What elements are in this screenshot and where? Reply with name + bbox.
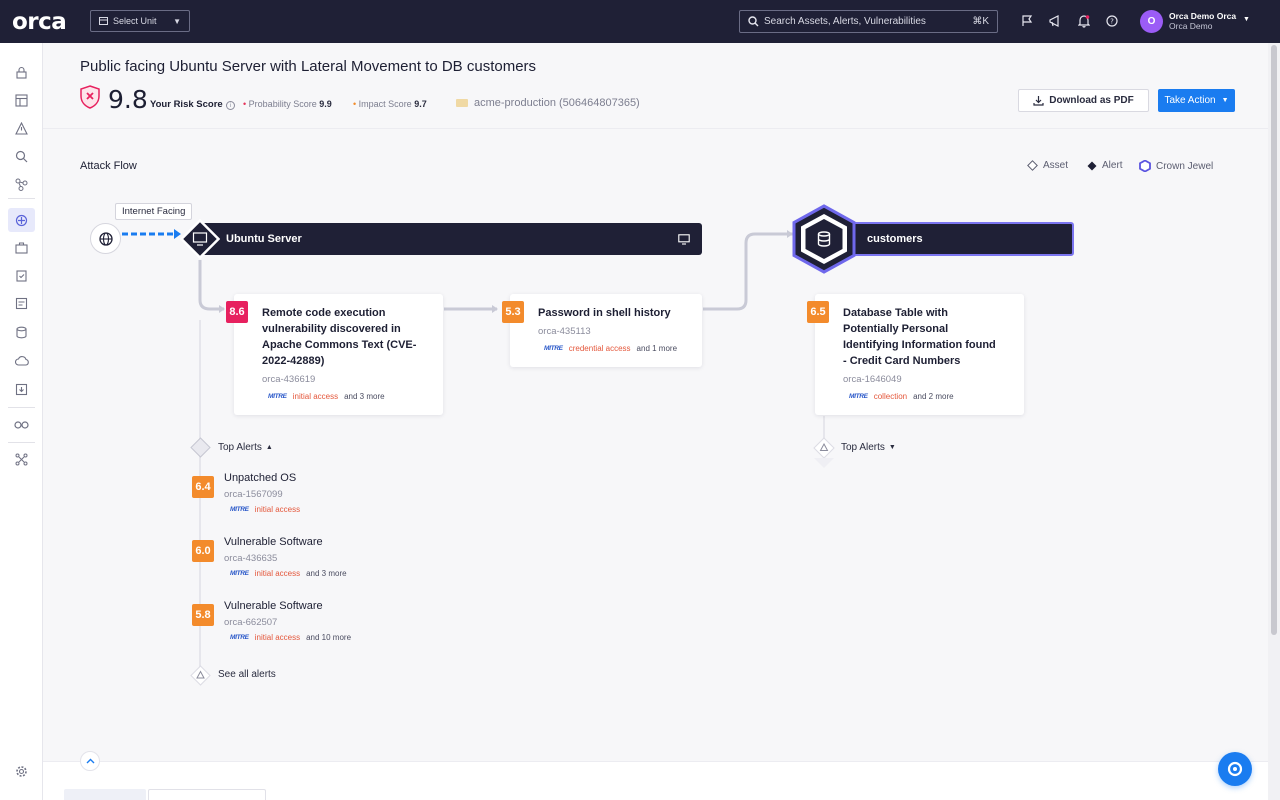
- card-tactics: MITRE credential access and 1 more: [544, 344, 677, 353]
- score-badge: 6.0: [192, 540, 214, 562]
- tactic-label: initial access: [292, 392, 339, 401]
- bottom-tab[interactable]: [64, 789, 146, 800]
- alert-card-database[interactable]: Database Table with Potentially Personal…: [815, 294, 1024, 415]
- card-title: Remote code execution vulnerability disc…: [262, 307, 417, 367]
- top-alert-title[interactable]: Vulnerable Software: [224, 600, 323, 612]
- bottom-tab[interactable]: [148, 789, 266, 800]
- score-badge: 5.3: [502, 301, 524, 323]
- more-tactics[interactable]: and 3 more: [344, 392, 384, 401]
- monitor-icon: [678, 233, 690, 245]
- tactic-label: credential access: [568, 344, 631, 353]
- tactic-label: initial access: [254, 633, 301, 642]
- top-alert-tactics: MITRE initial access and 3 more: [230, 569, 347, 578]
- mitre-logo: MITRE: [230, 634, 249, 641]
- collapse-panel-button[interactable]: [80, 751, 100, 771]
- score-badge: 8.6: [226, 301, 248, 323]
- card-tactics: MITRE collection and 2 more: [849, 392, 954, 401]
- top-alerts-diamond-icon: [813, 437, 835, 468]
- tactic-label: collection: [873, 392, 908, 401]
- top-alerts-label: Top Alerts: [218, 442, 262, 453]
- alert-card-rce[interactable]: Remote code execution vulnerability disc…: [234, 294, 443, 415]
- mitre-logo: MITRE: [230, 506, 249, 513]
- card-title: Database Table with Potentially Personal…: [843, 307, 996, 367]
- top-alert-title[interactable]: Unpatched OS: [224, 472, 296, 484]
- score-badge: 6.4: [192, 476, 214, 498]
- globe-icon: [98, 231, 113, 246]
- mitre-logo: MITRE: [849, 393, 868, 400]
- card-id: orca-436619: [262, 374, 316, 385]
- more-tactics[interactable]: and 10 more: [306, 633, 351, 642]
- card-id: orca-435113: [538, 326, 591, 337]
- mitre-logo: MITRE: [268, 393, 287, 400]
- tactic-label: initial access: [254, 505, 301, 514]
- chevron-up-icon: [86, 758, 94, 764]
- top-alerts-label: Top Alerts: [841, 442, 885, 453]
- score-badge: 6.5: [807, 301, 829, 323]
- top-alert-id: orca-662507: [224, 617, 278, 628]
- top-alert-id: orca-1567099: [224, 489, 283, 500]
- score-badge: 5.8: [192, 604, 214, 626]
- alert-card-password[interactable]: Password in shell history orca-435113 MI…: [510, 294, 702, 367]
- see-all-alerts-link[interactable]: See all alerts: [218, 669, 276, 680]
- card-id: orca-1646049: [843, 374, 902, 385]
- asset-customers-label: customers: [867, 233, 923, 245]
- internet-node[interactable]: [90, 223, 121, 254]
- card-title: Password in shell history: [538, 307, 671, 319]
- more-tactics[interactable]: and 2 more: [913, 392, 953, 401]
- asset-ubuntu-server[interactable]: Ubuntu Server: [200, 223, 702, 255]
- mitre-logo: MITRE: [230, 570, 249, 577]
- asset-ubuntu-label: Ubuntu Server: [226, 233, 302, 245]
- card-tactics: MITRE initial access and 3 more: [268, 392, 385, 401]
- top-alerts-toggle[interactable]: Top Alerts ▼: [841, 442, 896, 453]
- internet-facing-tooltip: Internet Facing: [115, 203, 193, 220]
- customers-crown-jewel-node[interactable]: [791, 204, 857, 274]
- top-alerts-toggle[interactable]: Top Alerts ▲: [218, 442, 273, 453]
- see-all-alerts-icon: [190, 665, 211, 686]
- page-scrollbar[interactable]: [1268, 43, 1280, 800]
- more-tactics[interactable]: and 3 more: [306, 569, 346, 578]
- ubuntu-diamond-node[interactable]: [180, 219, 220, 259]
- chevron-down-icon: ▼: [888, 444, 896, 451]
- asset-customers[interactable]: customers: [820, 222, 1074, 256]
- chat-icon: [1227, 761, 1243, 777]
- top-alert-tactics: MITRE initial access and 10 more: [230, 633, 351, 642]
- tactic-label: initial access: [254, 569, 301, 578]
- top-alert-tactics: MITRE initial access: [230, 505, 300, 514]
- chat-button[interactable]: [1218, 752, 1252, 786]
- chevron-up-icon: ▲: [265, 444, 273, 451]
- top-alerts-diamond-icon: [190, 437, 211, 458]
- mitre-logo: MITRE: [544, 345, 563, 352]
- scrollbar-thumb[interactable]: [1271, 45, 1277, 635]
- more-tactics[interactable]: and 1 more: [637, 344, 677, 353]
- top-alert-id: orca-436635: [224, 553, 278, 564]
- top-alert-title[interactable]: Vulnerable Software: [224, 536, 323, 548]
